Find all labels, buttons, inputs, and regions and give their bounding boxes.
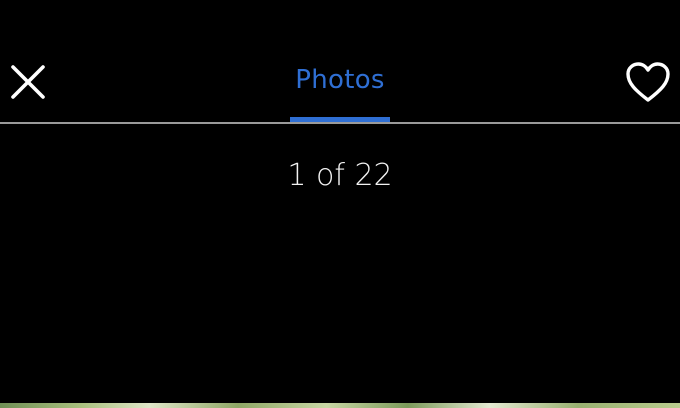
photo-preview-edge[interactable] [0, 403, 680, 408]
favorite-button[interactable] [623, 58, 673, 106]
photo-counter: 1 of 22 [287, 158, 393, 193]
heart-outline-icon [626, 62, 670, 102]
close-icon [11, 65, 45, 99]
tab-photos-label: Photos [295, 65, 385, 95]
tab-photos[interactable]: Photos [280, 60, 400, 122]
close-button[interactable] [6, 60, 50, 104]
top-bar: Photos [0, 0, 680, 122]
header-divider [0, 122, 680, 124]
